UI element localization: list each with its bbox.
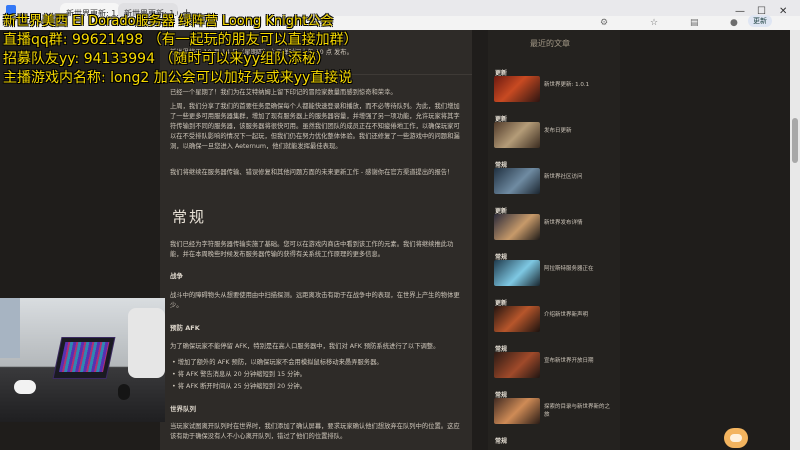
afk-heading: 预防 AFK — [170, 324, 200, 332]
sidebar-item-thumbnail[interactable] — [494, 214, 540, 240]
afk-paragraph: 为了确保玩家不能停留 AFK，特别是在高人口服务器中，我们对 AFK 预防系统进… — [170, 343, 440, 350]
queue-heading: 世界队列 — [170, 405, 196, 413]
webcam-monitor — [0, 298, 20, 358]
stream-overlay-line-4: 主播游戏内名称: long2 加公会可以加好友或来yy直接说 — [3, 70, 353, 86]
update-button[interactable]: 更新 — [748, 15, 772, 27]
streamer-avatar-icon — [724, 428, 748, 448]
stream-overlay-line-3: 招募队友yy: 94133994 （随时可以来yy组队添秘） — [3, 51, 330, 67]
sidebar-item-thumbnail[interactable] — [494, 306, 540, 332]
sidebar-item-thumbnail[interactable] — [494, 168, 540, 194]
afk-bullet: • 增加了额外的 AFK 预防，以确保玩家不会用模拟鼠标移动来愚弄服务器。 — [172, 359, 383, 366]
sidebar-item-category: 常规 — [495, 438, 508, 445]
queue-paragraph: 当玩家试图离开队列时在世界时，我们添加了确认屏幕，要求玩家确认他们想放弃在队列中… — [170, 423, 460, 440]
extensions-icon[interactable]: ⚙ — [600, 18, 608, 28]
combat-paragraph: 战斗中的障碍物头从想要使用由中扫描探测。远距离攻击有助于在战争中的表现，在世界上… — [170, 292, 460, 309]
recent-articles-heading: 最近的文章 — [530, 39, 570, 48]
sidebar-item-thumbnail[interactable] — [494, 398, 540, 424]
stream-overlay-line-2: 直播qq群: 99621498 （有一起玩的朋友可以直接加群） — [3, 32, 358, 48]
sidebar-item-title[interactable]: 新世界社区访问 — [544, 172, 614, 180]
webcam-mouse — [118, 384, 130, 400]
favorites-icon[interactable]: ☆ — [650, 18, 658, 28]
article-intro-1: 已经一个星期了！我们为在艾特纳姆上留下印记的冒险家数量而感到惊奇和荣幸。 — [170, 89, 397, 96]
sidebar-item-title[interactable]: 探索的目录与新世界新的之旅 — [544, 402, 614, 418]
webcam-keyboard — [53, 338, 115, 378]
webcam-gamepad — [14, 380, 36, 394]
afk-bullet: • 将 AFK 断开时间从 25 分钟缩短到 20 分钟。 — [172, 383, 306, 390]
scrollbar-thumb[interactable] — [792, 118, 798, 163]
sidebar-item-title[interactable]: 新世界更新: 1.0.1 — [544, 80, 614, 88]
profile-icon[interactable]: ● — [730, 18, 738, 28]
collections-icon[interactable]: ▤ — [690, 18, 699, 28]
sidebar-item-title[interactable]: 阿拉斯特服务器正在 — [544, 264, 614, 272]
sidebar-item-title[interactable]: 发布日更新 — [544, 126, 614, 134]
section-title: 常规 — [172, 208, 207, 226]
sidebar-item-thumbnail[interactable] — [494, 352, 540, 378]
webcam-feed — [0, 298, 165, 422]
sidebar-item-thumbnail[interactable] — [494, 122, 540, 148]
stream-overlay-line-1: 新世界美西 El Dorado服务器 绿阵营 Loong Knight公会 — [3, 14, 334, 29]
webcam-chair — [128, 308, 165, 378]
sidebar-item-title[interactable]: 介绍新世界新声明 — [544, 310, 614, 318]
article-intro-3: 我们将继续在服务器传输、错误修复和其他问题方面的未来更新工作 - 感谢你在官方渠… — [170, 169, 454, 176]
sidebar-item-thumbnail[interactable] — [494, 76, 540, 102]
combat-heading: 战争 — [170, 272, 183, 280]
page-scrollbar[interactable] — [790, 30, 800, 450]
afk-bullet: • 将 AFK 警告消息从 20 分钟缩短到 15 分钟。 — [172, 371, 306, 378]
sidebar-item-thumbnail[interactable] — [494, 260, 540, 286]
article-intro-2: 上周，我们分享了我们的首要任务是确保每个人都能快速登录和播放，而不必等待队列。为… — [170, 103, 460, 150]
sidebar-item-title[interactable]: 新世界发布详情 — [544, 218, 614, 226]
general-paragraph: 我们已经为字符服务器传输实施了基础。您可以在游戏内商店中看到该工作的元素。我们将… — [170, 241, 454, 258]
sidebar-item-title[interactable]: 宣布新世界开放日期 — [544, 356, 614, 364]
